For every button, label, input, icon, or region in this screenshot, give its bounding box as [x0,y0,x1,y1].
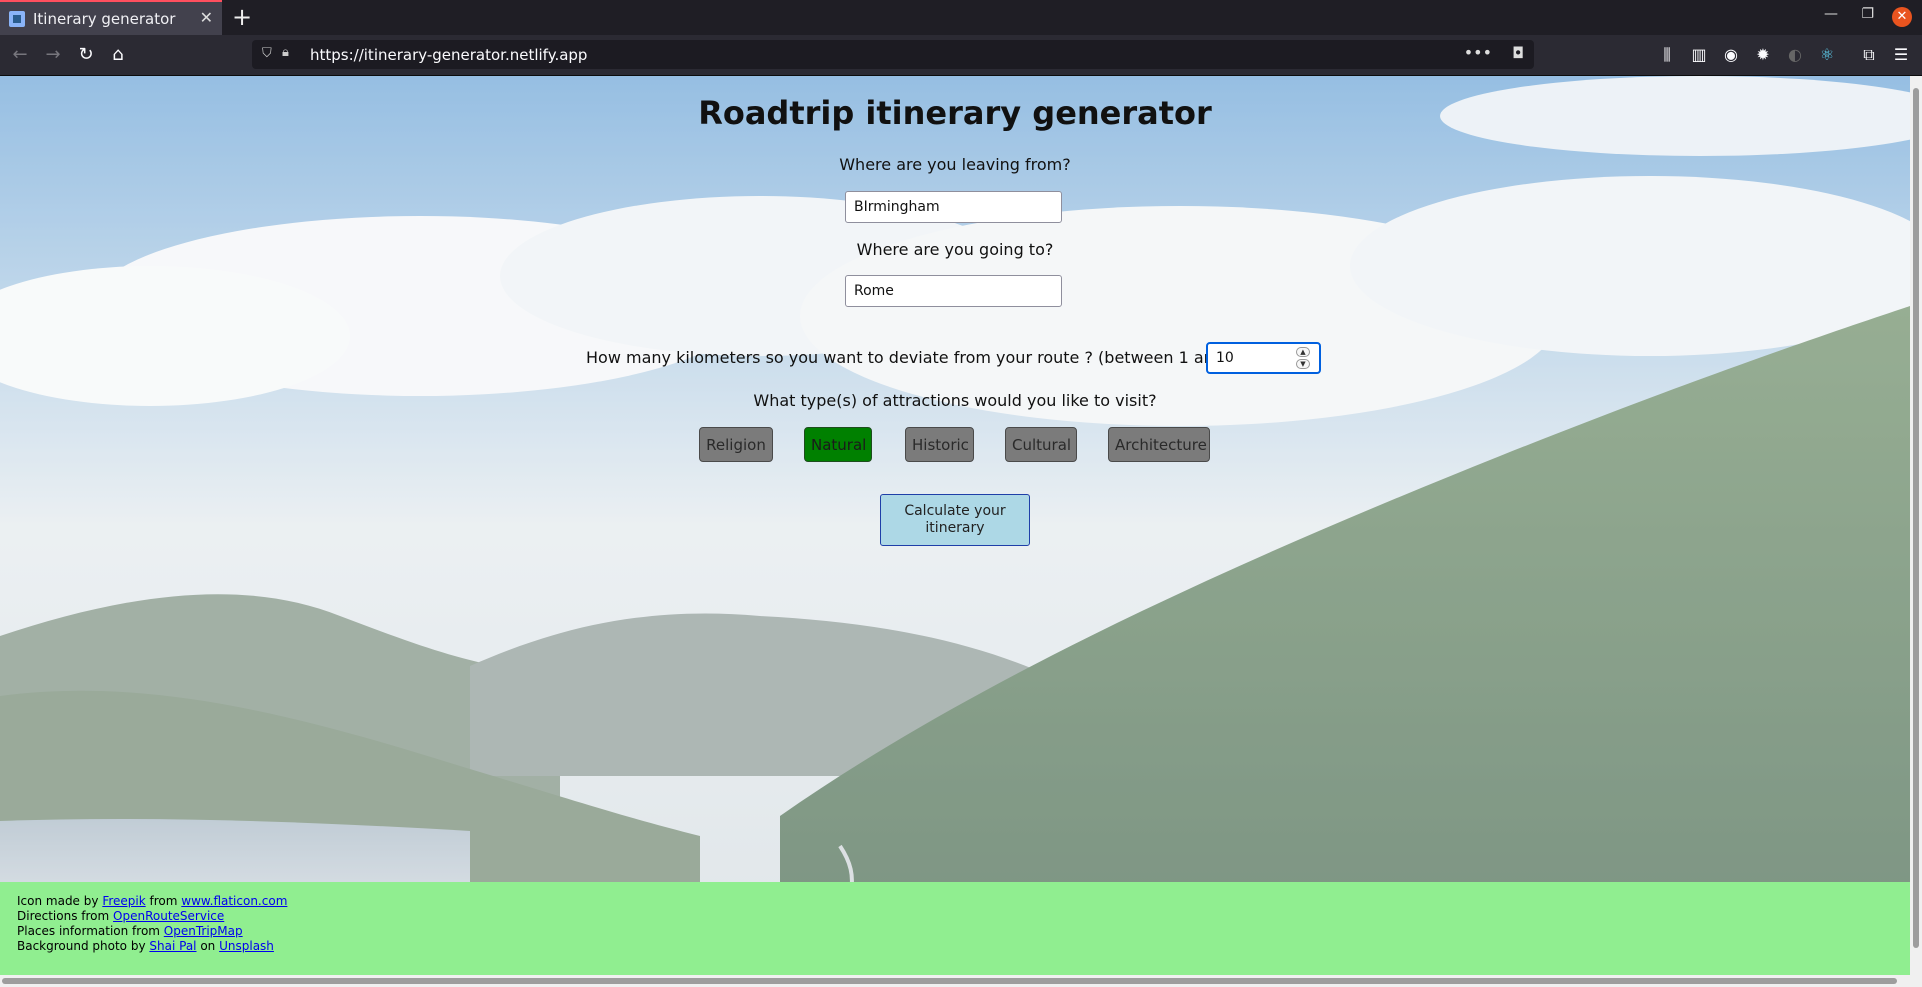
going-question: Where are you going to? [856,240,1054,259]
leaving-from-input[interactable] [845,191,1062,223]
deviation-spinner[interactable]: ▲ ▼ [1296,347,1310,369]
page-viewport: Roadtrip itinerary generator Where are y… [0,76,1910,975]
attraction-natural-button[interactable]: Natural [804,427,872,462]
pocket-icon[interactable]: ◘ [1512,44,1524,62]
vertical-scrollbar-thumb[interactable] [1913,88,1919,948]
attraction-historic-button[interactable]: Historic [905,427,974,462]
url-text[interactable]: https://itinerary-generator.netlify.app [310,46,587,64]
page-title: Roadtrip itinerary generator [698,94,1212,132]
home-icon[interactable]: ⌂ [107,44,129,65]
flaticon-link[interactable]: www.flaticon.com [181,894,287,908]
spin-down-icon[interactable]: ▼ [1296,359,1310,369]
tracking-shield-icon[interactable]: ⛉ [262,46,272,61]
close-tab-icon[interactable]: ✕ [200,8,213,27]
attraction-architecture-button[interactable]: Architecture [1108,427,1210,462]
freepik-link[interactable]: Freepik [102,894,145,908]
attractions-question: What type(s) of attractions would you li… [753,391,1157,410]
page-actions-icon[interactable]: ••• [1464,43,1492,62]
new-tab-icon[interactable]: + [232,3,252,31]
menu-icon[interactable]: ☰ [1891,45,1911,64]
reload-icon[interactable]: ↻ [75,44,97,65]
minimize-icon[interactable]: — [1824,6,1838,22]
extensions-puzzle-icon[interactable]: ⧉ [1859,45,1879,65]
footer-photo-credit: Background photo by Shai Pal on Unsplash [17,939,274,953]
back-arrow-icon[interactable]: ← [9,44,31,65]
opentripmap-link[interactable]: OpenTripMap [164,924,243,938]
library-icon[interactable]: ⫼ [1657,45,1677,65]
browser-tab[interactable]: Itinerary generator ✕ [0,0,222,35]
footer-icon-credit: Icon made by Freepik from www.flaticon.c… [17,894,288,908]
address-bar[interactable]: ⛉ 🔒︎ https://itinerary-generator.netlify… [252,40,1534,69]
attraction-cultural-button[interactable]: Cultural [1005,427,1077,462]
leaving-question: Where are you leaving from? [839,155,1071,174]
react-devtools-icon[interactable]: ⚛ [1817,45,1837,64]
site-favicon-icon [9,10,25,27]
extension-gear-icon[interactable]: ✹ [1753,45,1773,64]
horizontal-scrollbar-thumb[interactable] [2,978,1897,984]
spin-up-icon[interactable]: ▲ [1296,347,1310,357]
window-close-icon[interactable]: ✕ [1892,7,1912,27]
calculate-itinerary-button[interactable]: Calculate your itinerary [880,494,1030,546]
extension-moon-icon[interactable]: ◐ [1785,45,1805,64]
footer-places-credit: Places information from OpenTripMap [17,924,243,938]
navigation-bar: ← → ↻ ⌂ ⛉ 🔒︎ https://itinerary-generator… [0,35,1922,76]
openrouteservice-link[interactable]: OpenRouteService [113,909,224,923]
horizontal-scrollbar[interactable] [0,975,1922,987]
forward-arrow-icon[interactable]: → [42,44,64,65]
browser-tab-bar: Itinerary generator ✕ + — ❐ ✕ [0,0,1922,35]
unsplash-link[interactable]: Unsplash [219,939,274,953]
footer-directions-credit: Directions from OpenRouteService [17,909,225,923]
restore-icon[interactable]: ❐ [1861,6,1874,22]
vertical-scrollbar[interactable] [1910,76,1922,975]
shai-pal-link[interactable]: Shai Pal [149,939,196,953]
deviation-question: How many kilometers so you want to devia… [586,348,1256,367]
footer: Icon made by Freepik from www.flaticon.c… [0,882,1910,975]
lock-icon[interactable]: 🔒︎ [282,45,289,60]
account-icon[interactable]: ◉ [1721,45,1741,64]
attraction-religion-button[interactable]: Religion [699,427,773,462]
going-to-input[interactable] [845,275,1062,307]
tab-title: Itinerary generator [33,9,176,28]
sidebar-icon[interactable]: ▥ [1689,45,1709,64]
